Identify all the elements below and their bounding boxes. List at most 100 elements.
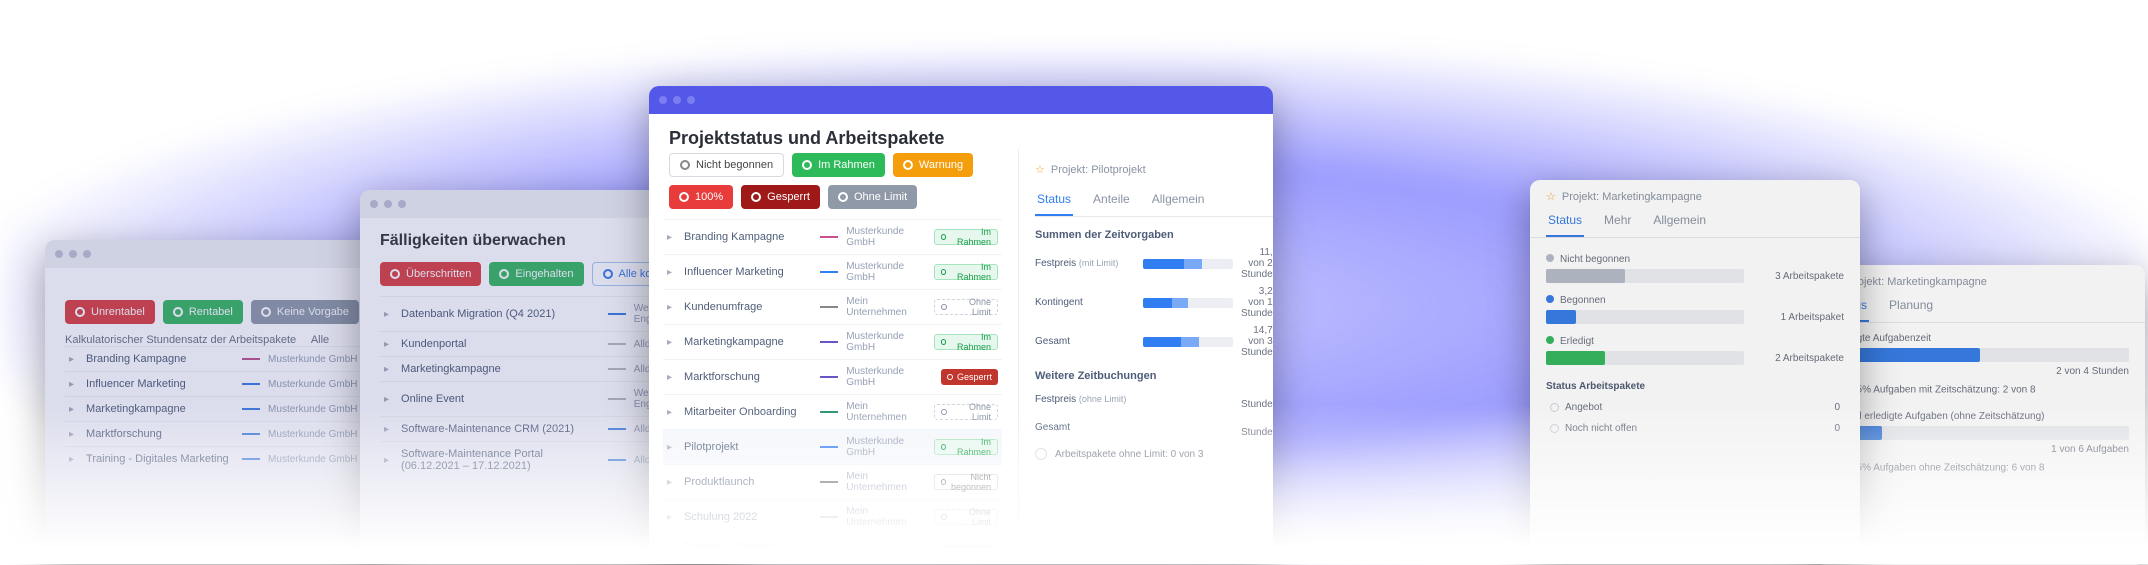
status-badge: Gesperrt — [941, 369, 998, 385]
stat-text: 25% Aufgaben mit Zeitschätzung: 2 von 8 — [1851, 385, 2036, 396]
status-badge: Im Rahmen — [934, 439, 998, 455]
tab-allgemein[interactable]: Allgemein — [1651, 207, 1708, 237]
breadcrumb: Projekt: Marketingkampagne — [1562, 191, 1702, 203]
nolimit-text: Arbeitspakete ohne Limit: 0 von 3 — [1055, 449, 1203, 460]
progress-bar — [1831, 426, 2129, 440]
filter-100[interactable]: 100% — [669, 185, 733, 209]
list-item[interactable]: ▸ Mitarbeiter Onboarding Mein Unternehme… — [663, 395, 1002, 430]
bullet-icon — [1550, 403, 1559, 412]
list-item[interactable]: ▸ Branding Kampagne Musterkunde GmbH Im … — [663, 220, 1002, 255]
section-title: Status Arbeitspakete — [1546, 381, 1844, 392]
metric-label: Gesamt — [1035, 422, 1135, 433]
list-item[interactable]: ▸ Influencer Marketing Musterkunde GmbH … — [663, 255, 1002, 290]
metric-row: Gesamt 14,75 von 35 Stunden — [1035, 325, 1273, 358]
color-swatch — [820, 236, 838, 238]
list-item[interactable]: ▸ Marktforschung Musterkunde GmbH Gesper… — [663, 360, 1002, 395]
list-item[interactable]: ▸ Produktlaunch Mein Unternehmen Nicht b… — [663, 465, 1002, 500]
project-name: Influencer Marketing — [680, 255, 816, 290]
status-badge: Im Rahmen — [934, 264, 998, 280]
customer-name: Musterkunde GmbH — [842, 360, 930, 395]
color-swatch — [820, 271, 838, 273]
progress-value: 1 von 6 Aufgaben — [1831, 444, 2129, 455]
filter-im-rahmen[interactable]: Im Rahmen — [792, 153, 885, 177]
progress-bar — [1546, 310, 1744, 324]
project-name: Mitarbeiter Onboarding — [680, 395, 816, 430]
tab-planung[interactable]: Planung — [1887, 292, 1935, 322]
color-swatch — [820, 481, 838, 483]
progress-bar — [1143, 337, 1233, 347]
status-group: Begonnen 1 Arbeitspaket — [1546, 295, 1844, 328]
metric-value: 3,25 von 10 Stunden — [1241, 286, 1273, 319]
filter-ohne-limit[interactable]: Ohne Limit — [828, 185, 917, 209]
metric-label: Gesamt — [1035, 336, 1135, 347]
list-item[interactable]: ▸ Kundenumfrage Mein Unternehmen Ohne Li… — [663, 290, 1002, 325]
list-item[interactable]: ▸ Schulung 2022 Mein Unternehmen Ohne Li… — [663, 500, 1002, 535]
metric-label: Festpreis (mit Limit) — [1035, 258, 1135, 269]
chevron-right-icon: ▸ — [667, 267, 676, 278]
tab-status[interactable]: Status — [1546, 207, 1584, 237]
row-label: Noch nicht offen — [1548, 419, 1812, 438]
chevron-right-icon: ▸ — [667, 337, 676, 348]
tab-status[interactable]: Status — [1035, 186, 1073, 216]
progress-value: 2 von 4 Stunden — [1831, 366, 2129, 377]
section-title: Anzahl erledigte Aufgaben (ohne Zeitschä… — [1831, 411, 2129, 422]
row-label: Angebot — [1548, 398, 1812, 417]
chevron-right-icon: ▸ — [667, 302, 676, 313]
metric-value: 14,75 von 35 Stunden — [1241, 325, 1273, 358]
chevron-right-icon: ▸ — [667, 512, 676, 523]
customer-name: Musterkunde GmbH — [842, 220, 930, 255]
filter-not-started[interactable]: Nicht begonnen — [669, 153, 784, 177]
progress-bar — [1831, 348, 2129, 362]
list-item[interactable]: ▸ Marketingkampagne Musterkunde GmbH Im … — [663, 325, 1002, 360]
status-dot-icon — [1546, 254, 1554, 262]
color-swatch — [820, 516, 838, 518]
count-label: 2 Arbeitspakete — [1754, 353, 1844, 364]
project-name: Marketingkampagne — [680, 325, 816, 360]
checkbox[interactable] — [1035, 448, 1047, 460]
breadcrumb: Projekt: Pilotprojekt — [1051, 164, 1146, 176]
customer-name: Musterkunde GmbH — [842, 255, 930, 290]
count-label: 1 Arbeitspaket — [1754, 312, 1844, 323]
project-name: Schulung 2022 — [680, 500, 816, 535]
row-value: 0 — [1814, 419, 1842, 438]
metric-row: Festpreis (mit Limit) 11,5 von 25 Stunde… — [1035, 247, 1273, 280]
tab-mehr[interactable]: Mehr — [1602, 207, 1633, 237]
customer-name: Mein Unternehmen — [842, 465, 930, 500]
page-title: Projektstatus und Arbeitspakete — [649, 114, 1273, 149]
star-icon[interactable]: ☆ — [1546, 190, 1556, 203]
progress-bar — [1143, 259, 1233, 269]
color-swatch — [820, 341, 838, 343]
customer-name: Mein Unternehmen — [842, 290, 930, 325]
section-title: Summen der Zeitvorgaben — [1035, 229, 1273, 241]
filter-warnung[interactable]: Warnung — [893, 153, 973, 177]
chevron-right-icon: ▸ — [667, 372, 676, 383]
color-swatch — [820, 306, 838, 308]
status-badge: Ohne Limit — [934, 509, 998, 525]
status-group: Erledigt 2 Arbeitspakete — [1546, 336, 1844, 369]
tab-allgemein[interactable]: Allgemein — [1150, 186, 1207, 216]
list-item[interactable]: ▸ Training - Digitales Marketing Musterk… — [663, 535, 1002, 565]
status-dot-icon — [1546, 336, 1554, 344]
section-title: Weitere Zeitbuchungen — [1035, 370, 1273, 382]
window-profitability: Unrentabel Rentabel Keine Vorgabe Kalkul… — [45, 240, 385, 564]
status-label: Begonnen — [1560, 295, 1606, 306]
row-value: 0 — [1814, 398, 1842, 417]
count-label: 3 Arbeitspakete — [1754, 271, 1844, 282]
color-swatch — [820, 411, 838, 413]
project-name: Produktlaunch — [680, 465, 816, 500]
status-badge: Ohne Limit — [934, 299, 998, 315]
project-name: Branding Kampagne — [680, 220, 816, 255]
status-badge: Ohne Limit — [934, 404, 998, 420]
progress-bar — [1546, 269, 1744, 283]
metric-label: Festpreis (ohne Limit) — [1035, 394, 1135, 405]
list-item[interactable]: ▸ Pilotprojekt Musterkunde GmbH Im Rahme… — [663, 430, 1002, 465]
metric-row: Gesamt 0 Stunden — [1035, 416, 1273, 438]
project-name: Marktforschung — [680, 360, 816, 395]
chevron-right-icon: ▸ — [667, 548, 676, 559]
bullet-icon — [1550, 424, 1559, 433]
star-icon[interactable]: ☆ — [1035, 163, 1045, 176]
chevron-right-icon: ▸ — [667, 442, 676, 453]
filter-gesperrt[interactable]: Gesperrt — [741, 185, 820, 209]
tab-anteile[interactable]: Anteile — [1091, 186, 1132, 216]
customer-name: Musterkunde GmbH — [842, 325, 930, 360]
